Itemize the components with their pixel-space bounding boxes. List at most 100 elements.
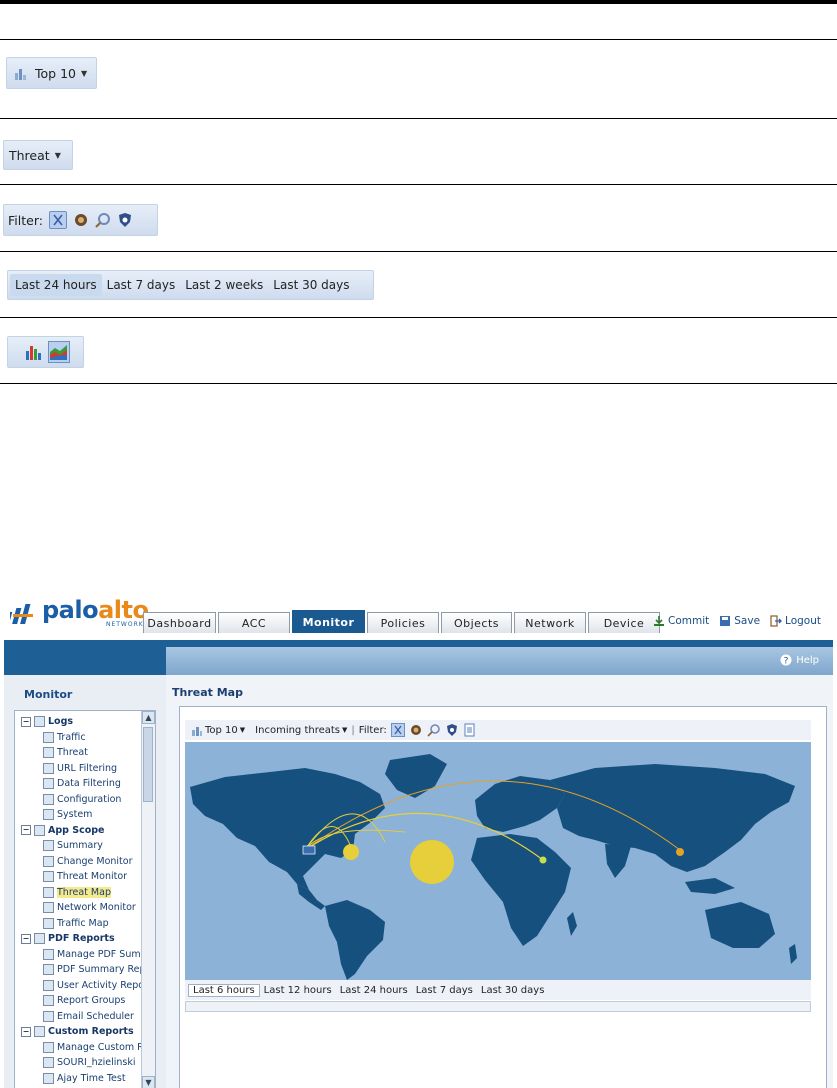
tab-policies[interactable]: Policies — [367, 612, 439, 633]
tree-item[interactable]: Manage PDF Sumi — [43, 947, 143, 962]
map-time-range-bar: Last 6 hours Last 12 hours Last 24 hours… — [185, 980, 811, 1000]
collapse-icon[interactable]: − — [21, 933, 31, 944]
threat-source-asia[interactable] — [676, 848, 684, 856]
collapse-icon[interactable]: − — [21, 1026, 31, 1037]
tree-item-label: Data Filtering — [57, 778, 121, 789]
map-range-12h[interactable]: Last 12 hours — [260, 985, 336, 996]
tree-item-label: URL Filtering — [57, 762, 118, 774]
nav-tree: − Logs Traffic Threat URL Filtering Data Filt… — [14, 710, 156, 1088]
tree-node-icon — [34, 933, 45, 944]
threat-map — [185, 742, 811, 980]
tree-node-icon — [43, 1010, 54, 1022]
time-range-24h[interactable]: Last 24 hours — [10, 274, 102, 296]
tree-group[interactable]: − Custom Reports — [21, 1024, 134, 1039]
map-range-24h[interactable]: Last 24 hours — [336, 985, 412, 996]
spyware-icon[interactable] — [427, 723, 441, 737]
tab-network[interactable]: Network — [514, 612, 586, 633]
tree-item[interactable]: Change Monitor — [43, 854, 133, 869]
top10-dropdown[interactable]: Top 10 ▼ — [6, 57, 97, 89]
chart-type-bar — [7, 336, 84, 368]
tree-item[interactable]: Threat — [43, 745, 88, 760]
tree-group[interactable]: − PDF Reports — [21, 931, 115, 946]
save-link[interactable]: Save — [719, 615, 760, 627]
tree-node-icon — [43, 902, 54, 913]
tab-monitor[interactable]: Monitor — [292, 610, 365, 633]
tree-item-label: PDF Summary Rep — [57, 964, 146, 975]
commit-link[interactable]: Commit — [653, 615, 709, 627]
threat-source-atlantic[interactable] — [410, 840, 454, 884]
tree-item[interactable]: Email Scheduler — [43, 1009, 134, 1024]
spyware-icon[interactable] — [95, 212, 111, 228]
tree-node-icon — [43, 731, 54, 743]
sub-band — [166, 647, 833, 675]
virus-icon[interactable] — [409, 723, 423, 737]
svg-text:?: ? — [784, 657, 789, 667]
scroll-down-icon[interactable]: ▼ — [142, 1076, 155, 1088]
filter-x-icon[interactable] — [390, 723, 405, 737]
tree-item[interactable]: Threat Monitor — [43, 869, 127, 884]
tree-group[interactable]: − App Scope — [21, 823, 105, 838]
tree-item-label: SOURI_hzielinski — [57, 1057, 136, 1068]
tree-item[interactable]: Report Groups — [43, 993, 125, 1008]
area-chart-icon[interactable] — [48, 341, 70, 363]
virus-icon[interactable] — [73, 212, 89, 228]
map-range-30d[interactable]: Last 30 days — [477, 985, 549, 996]
tree-node-icon — [43, 1057, 54, 1068]
tab-device[interactable]: Device — [588, 612, 660, 633]
tree-item[interactable]: Manage Custom R — [43, 1040, 144, 1055]
export-icon[interactable] — [463, 723, 477, 737]
tree-node-icon — [34, 1026, 45, 1037]
time-range-7d[interactable]: Last 7 days — [102, 278, 181, 292]
map-top10-label: Top 10 — [205, 724, 238, 736]
bar-chart-icon[interactable] — [24, 342, 44, 362]
tree-item-label: Threat — [57, 747, 88, 758]
chevron-down-icon: ▼ — [239, 726, 246, 734]
threat-source-middle-east[interactable] — [539, 856, 547, 864]
vulnerability-icon[interactable] — [117, 212, 133, 228]
map-range-7d[interactable]: Last 7 days — [412, 985, 477, 996]
filter-x-icon[interactable] — [48, 211, 67, 229]
scroll-up-icon[interactable]: ▲ — [142, 711, 155, 724]
vulnerability-icon[interactable] — [445, 723, 459, 737]
tree-node-icon — [43, 995, 54, 1006]
time-range-2w[interactable]: Last 2 weeks — [180, 278, 268, 292]
map-direction-dropdown[interactable]: Incoming threats ▼ — [255, 725, 347, 736]
tree-item[interactable]: Threat Map — [43, 885, 111, 900]
threat-dropdown[interactable]: Threat ▼ — [3, 140, 73, 170]
map-top10-dropdown[interactable]: Top 10 ▼ — [191, 724, 245, 736]
tree-item[interactable]: Traffic Map — [43, 916, 109, 931]
tree-item[interactable]: Data Filtering — [43, 776, 121, 791]
tree-item[interactable]: Configuration — [43, 792, 121, 807]
tab-objects[interactable]: Objects — [441, 612, 512, 633]
tree-item[interactable]: Ajay Time Test — [43, 1071, 126, 1086]
map-range-6h[interactable]: Last 6 hours — [188, 983, 260, 997]
tree-item-label: User Activity Repo — [57, 979, 145, 991]
map-horizontal-scrollbar[interactable] — [185, 1001, 811, 1012]
tree-item-label: App Scope — [48, 824, 105, 836]
help-link[interactable]: ? Help — [780, 654, 819, 666]
save-icon — [720, 616, 731, 626]
collapse-icon[interactable]: − — [21, 716, 31, 727]
tree-item-label: Configuration — [57, 793, 122, 805]
tree-item-label: Manage Custom R — [57, 1041, 144, 1053]
tree-item[interactable]: Traffic — [43, 730, 86, 745]
tree-node-icon — [43, 964, 54, 975]
tab-dashboard[interactable]: Dashboard — [143, 612, 216, 633]
tree-item[interactable]: User Activity Repo — [43, 978, 144, 993]
tab-acc[interactable]: ACC — [218, 612, 290, 633]
scroll-thumb[interactable] — [143, 727, 153, 802]
threat-source-us[interactable] — [343, 844, 359, 860]
tree-item[interactable]: Network Monitor — [43, 900, 136, 915]
tree-item[interactable]: URL Filtering — [43, 761, 117, 776]
tree-item[interactable]: PDF Summary Rep — [43, 962, 146, 977]
tree-item[interactable]: Summary — [43, 838, 103, 853]
tree-group[interactable]: − Logs — [21, 714, 73, 729]
logout-link[interactable]: Logout — [770, 615, 821, 627]
tree-item[interactable]: System — [43, 807, 92, 822]
tree-scrollbar[interactable]: ▲ ▼ — [141, 711, 155, 1088]
firewall-icon[interactable] — [302, 845, 316, 855]
chevron-down-icon: ▼ — [54, 150, 61, 160]
collapse-icon[interactable]: − — [21, 825, 31, 835]
tree-item[interactable]: SOURI_hzielinski — [43, 1055, 136, 1070]
time-range-30d[interactable]: Last 30 days — [268, 278, 354, 292]
